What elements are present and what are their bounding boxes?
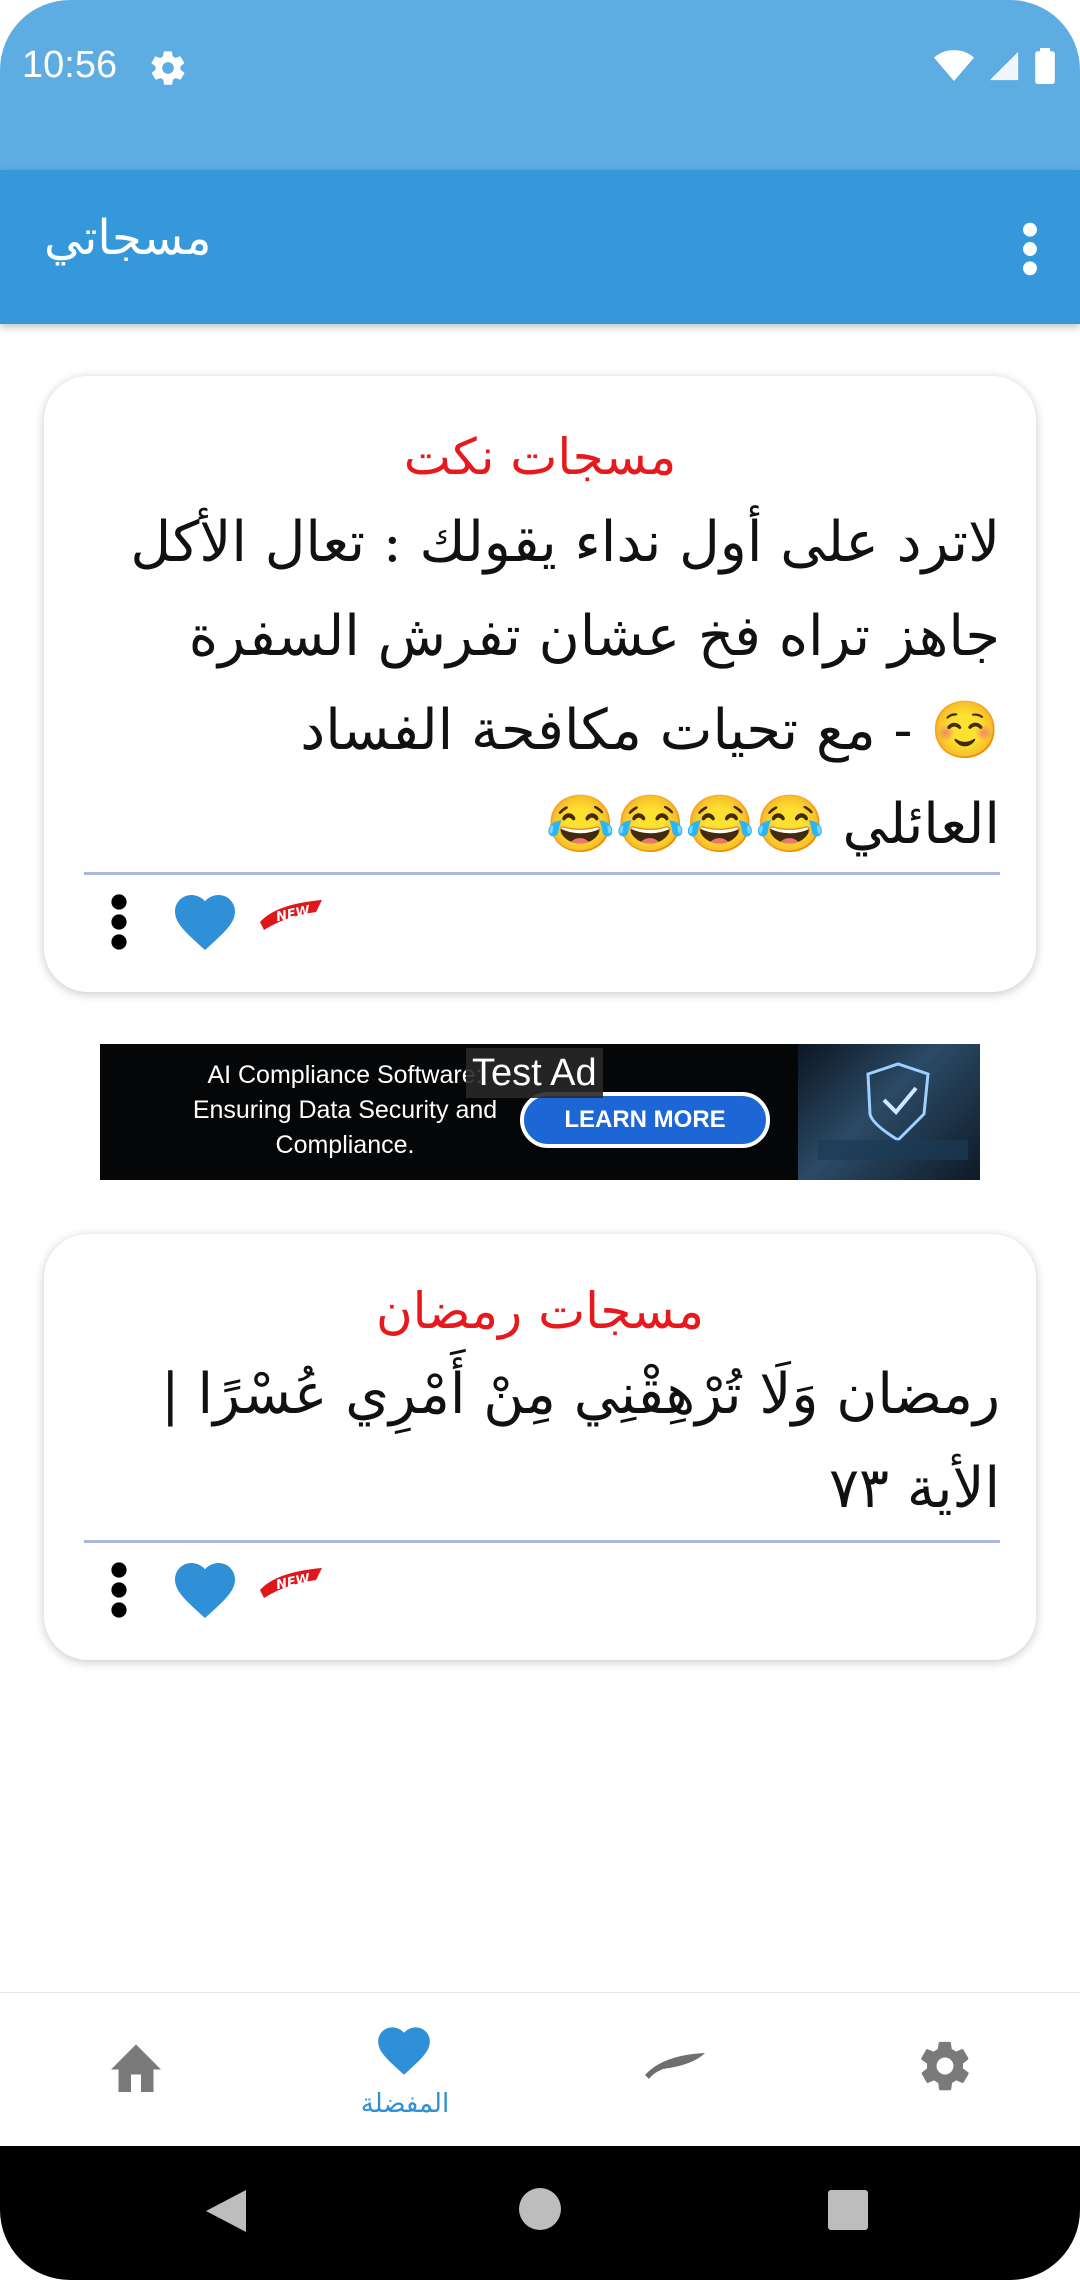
wifi-icon	[934, 50, 974, 81]
overflow-menu-icon[interactable]	[1020, 222, 1040, 276]
message-line: العائلي 😂😂😂😂	[545, 792, 1000, 857]
divider	[84, 872, 1000, 875]
signal-icon	[989, 51, 1019, 81]
nav-settings[interactable]	[864, 1993, 1024, 2147]
message-line: جاهز تراه فخ عشان تفرش السفرة	[188, 604, 1000, 669]
favorite-heart-icon[interactable]	[168, 886, 242, 952]
message-line: الأية ٧٣	[828, 1456, 1000, 1521]
test-ad-label: Test Ad	[466, 1048, 603, 1098]
message-line: لاترد على أول نداء يقولك : تعال الأكل	[130, 510, 1000, 575]
svg-text:NEW: NEW	[275, 1571, 312, 1593]
gear-icon	[921, 2041, 969, 2091]
favorite-heart-icon[interactable]	[168, 1554, 242, 1620]
system-nav-bar	[0, 2146, 1080, 2280]
battery-icon	[1035, 48, 1055, 84]
svg-text:NEW: NEW	[275, 903, 312, 925]
ad-text-line: Compliance.	[275, 1131, 415, 1159]
message-line: ☺️ - مع تحيات مكافحة الفساد	[300, 698, 1000, 763]
nav-favorites[interactable]: المفضلة	[325, 1993, 485, 2147]
more-options-icon[interactable]	[108, 1562, 130, 1618]
nav-favorites-label: المفضلة	[360, 2089, 450, 2119]
card-actions: NEW	[108, 886, 408, 956]
bottom-navigation: المفضلة	[0, 1992, 1080, 2147]
message-line: رمضان وَلَا تُرْهِقْنِي مِنْ أَمْرِي عُس…	[160, 1362, 1000, 1427]
status-time: 10:56	[22, 44, 118, 86]
message-text: رمضان وَلَا تُرْهِقْنِي مِنْ أَمْرِي عُس…	[84, 1348, 1000, 1536]
back-icon[interactable]	[202, 2186, 248, 2236]
new-badge-icon: NEW	[260, 1568, 322, 1598]
card-actions: NEW	[108, 1554, 408, 1624]
nav-messages[interactable]	[595, 1993, 755, 2147]
home-icon	[111, 2044, 161, 2092]
home-button-icon[interactable]	[517, 2186, 563, 2232]
ad-learn-more-button[interactable]: LEARN MORE	[520, 1092, 770, 1148]
more-options-icon[interactable]	[108, 894, 130, 950]
card-category: مسجات نكت	[403, 428, 677, 486]
card-category: مسجات رمضان	[375, 1282, 705, 1340]
status-bar: 10:56	[0, 0, 1080, 170]
message-card[interactable]: مسجات رمضان رمضان وَلَا تُرْهِقْنِي مِنْ…	[44, 1234, 1036, 1660]
ad-banner[interactable]: AI Compliance Software: Ensuring Data Se…	[100, 1044, 980, 1180]
ad-shield-icon	[818, 1062, 968, 1160]
ad-image	[798, 1044, 980, 1180]
new-badge-icon: NEW	[260, 900, 322, 930]
app-bar: مسجاتي	[0, 170, 1080, 324]
brush-icon	[645, 2053, 705, 2079]
message-card[interactable]: مسجات نكت لاترد على أول نداء يقولك : تعا…	[44, 376, 1036, 992]
nav-home[interactable]	[56, 1993, 216, 2147]
ad-text-line: Ensuring Data Security and	[192, 1096, 498, 1124]
recents-icon[interactable]	[826, 2188, 870, 2232]
status-indicators	[934, 48, 1056, 84]
page-title: مسجاتي	[44, 210, 212, 266]
divider	[84, 1540, 1000, 1543]
settings-status-icon	[151, 51, 185, 85]
heart-icon	[378, 2027, 430, 2075]
message-text: لاترد على أول نداء يقولك : تعال الأكل جا…	[84, 496, 1000, 872]
